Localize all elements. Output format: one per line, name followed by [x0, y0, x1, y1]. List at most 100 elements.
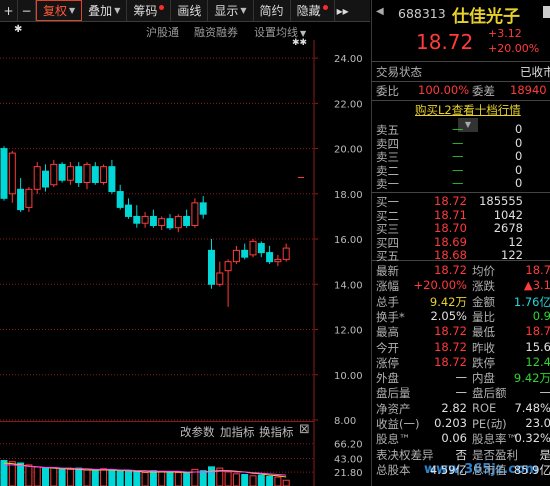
price-tick-label: 10.00: [334, 371, 363, 382]
stat-value: 15.6: [525, 339, 550, 354]
volume-bar: [0, 459, 8, 486]
stat-label: 金额: [472, 294, 495, 309]
volume-bar: [282, 479, 290, 486]
xianshi-button[interactable]: 显示 ▼: [208, 0, 254, 21]
stat-label: 外盘: [376, 371, 399, 386]
stat-label: 量比: [472, 309, 495, 324]
candle-body: [8, 152, 16, 195]
collapse-arrow-icon[interactable]: ◀: [376, 6, 384, 17]
ask-price: —: [452, 135, 464, 150]
stat-label: 股息™: [376, 432, 411, 447]
stat-value: 9.42万: [429, 294, 467, 309]
ask-price: —: [452, 122, 464, 136]
notification-dot-icon: [159, 5, 165, 10]
stat-label: 最高: [376, 325, 399, 340]
stat-label: 换手*: [376, 309, 405, 324]
jianyue-button[interactable]: 简约: [254, 0, 291, 21]
chart-toolbar: + − 复权 ▼ 叠加 ▼ 筹码 画线 显示 ▼ 简约 隐藏 ▸▸: [0, 0, 370, 22]
stat-label: 涨停: [376, 355, 399, 370]
chouma-button[interactable]: 筹码: [127, 0, 172, 21]
more-button[interactable]: ▸▸: [335, 0, 351, 21]
stat-label: 股息率™: [472, 432, 518, 447]
stat-label: ROE: [472, 400, 497, 415]
ask-volume: 0: [515, 135, 523, 150]
stat-label: 总手: [376, 294, 399, 309]
stat-value: 4.59亿: [429, 462, 467, 477]
zoom-in-button[interactable]: +: [0, 0, 18, 21]
stat-label: PE(动): [472, 417, 507, 431]
switch-indicator-button[interactable]: 换指标: [259, 424, 294, 440]
volume-bar: [25, 464, 33, 486]
candle-body: [91, 166, 99, 183]
fuquan-label: 复权: [43, 4, 68, 18]
bid-row: 买五 18.68 122: [372, 248, 550, 264]
price-axis: 24.00 22.00 20.00 18.00 16.00 14.00 12.00 10.00…: [313, 40, 363, 486]
candle-body: [58, 163, 66, 181]
stat-value: 9.42万: [513, 371, 550, 386]
close-icon[interactable]: ⊠: [299, 422, 310, 437]
ask-volume: 0: [515, 162, 523, 177]
stat-value: 12.4: [525, 354, 550, 369]
scroll-marker: [543, 6, 550, 18]
candle-body: [149, 215, 157, 226]
volume-bar: [266, 475, 274, 486]
volume-bar: [174, 472, 182, 486]
candle-body: [249, 240, 257, 256]
chouma-label: 筹码: [133, 4, 158, 18]
candle-body: [274, 258, 282, 263]
volume-bar: [166, 471, 174, 486]
stat-row: 净资产 2.82 ROE 7.48%: [372, 401, 550, 417]
price-tick-label: 22.00: [334, 99, 363, 110]
volume-bar: [58, 468, 66, 486]
fuquan-button[interactable]: 复权 ▼: [36, 0, 83, 21]
stat-label: 内盘: [472, 371, 495, 386]
webi-value: 100.00%: [418, 83, 470, 97]
stat-row: 换手* 2.05% 量比 0.9: [372, 309, 550, 325]
volume-bar: [158, 470, 166, 486]
stat-row: 涨停 18.72 跌停 12.4: [372, 355, 550, 371]
quote-panel: ◀ 688313 仕佳光子 18.72 +3.12 +20.00% 交易状态 已…: [371, 0, 550, 486]
volume-bar: [257, 474, 265, 486]
yincang-button[interactable]: 隐藏: [291, 0, 335, 21]
bid-volume: 2678: [493, 221, 523, 235]
stat-value: 1.76亿: [513, 294, 550, 309]
stat-value: 2.82: [441, 400, 467, 415]
price-tick-label: 16.00: [334, 235, 363, 246]
candle-body: [282, 247, 290, 260]
zoom-out-button[interactable]: −: [18, 0, 36, 21]
stat-value: 85.9亿: [513, 462, 550, 477]
price-tick-label: 20.00: [334, 145, 363, 156]
hugutong-link[interactable]: 沪股通: [146, 24, 179, 40]
diejia-button[interactable]: 叠加 ▼: [82, 0, 128, 21]
volume-bar: [141, 472, 149, 486]
add-indicator-button[interactable]: 加指标: [220, 424, 255, 440]
stat-label: 盘后额: [472, 386, 507, 401]
volume-bar: [249, 475, 257, 486]
stat-row: 收益(一) 0.203 PE(动) 23.0: [372, 416, 550, 432]
stat-label: 最低: [472, 325, 495, 340]
volume-bar: [241, 474, 249, 486]
vol-tick-label: 43.00: [334, 455, 363, 466]
stat-row: 总手 9.42万 金额 1.76亿: [372, 294, 550, 310]
stat-label: 涨幅: [376, 279, 399, 294]
rongzi-link[interactable]: 融资融券: [194, 24, 238, 40]
candle-body: [75, 166, 83, 183]
huaxian-button[interactable]: 画线: [171, 0, 209, 21]
volume-bar: [224, 471, 232, 486]
stat-label: 盘后量: [376, 386, 411, 401]
bid-price: 18.70: [434, 221, 467, 235]
bid-volume: 12: [508, 234, 523, 249]
stat-value: 0.203: [434, 416, 467, 430]
change-params-button[interactable]: 改参数: [180, 424, 215, 440]
bid-price: 18.72: [434, 194, 467, 208]
candle-body: [266, 252, 274, 263]
status-value: 已收市: [520, 65, 550, 79]
l2-upgrade-link[interactable]: 购买L2查看十档行情: [415, 102, 521, 118]
stat-row: 今开 18.72 昨收 15.6: [372, 340, 550, 356]
volume-bar: [232, 473, 240, 486]
last-price: 18.72: [416, 30, 474, 54]
chevron-down-icon: ▼: [300, 29, 307, 38]
stat-value: 18.72: [434, 339, 467, 354]
chevron-down-icon: ▼: [240, 6, 247, 15]
candle-body: [50, 163, 58, 186]
